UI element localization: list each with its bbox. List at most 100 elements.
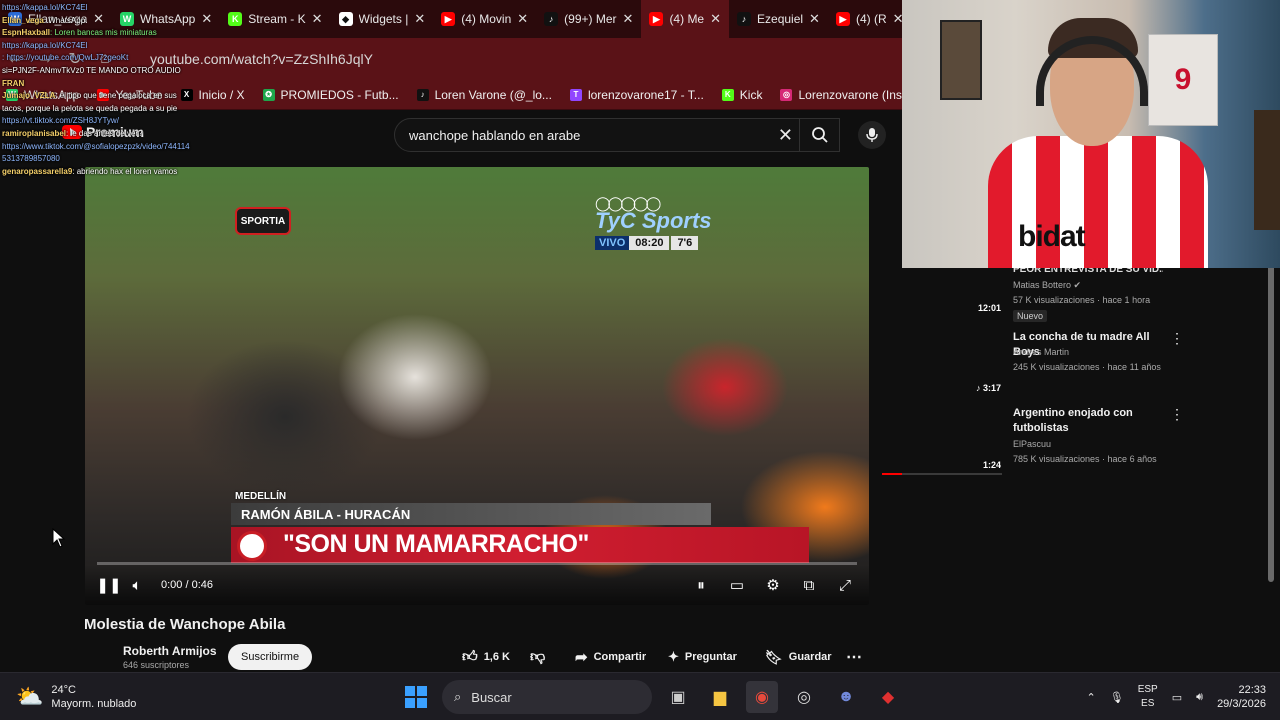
subtitles-icon: ▭ xyxy=(729,577,745,594)
rec-title-3[interactable]: Argentino enojado con futbolistas xyxy=(1013,406,1163,436)
chat-message: FRAN xyxy=(2,78,24,89)
tab-favicon-icon: ♪ xyxy=(544,12,559,26)
browser-tab[interactable]: ▶ (4) Movin ✕ xyxy=(433,0,536,38)
lower-third-quote: "SON UN MAMARRACHO" xyxy=(231,527,809,563)
ask-button[interactable]: ✦ Preguntar xyxy=(668,644,737,670)
share-icon: ➦ xyxy=(575,649,588,666)
search-icon xyxy=(811,127,828,143)
trophy-shelf xyxy=(1254,110,1280,230)
miniplayer-button[interactable]: ⧉ xyxy=(795,571,823,599)
chat-text: 5313789857080 xyxy=(2,154,60,164)
bookmark-item[interactable]: K Kick xyxy=(721,88,762,102)
microphone-icon[interactable]: 🎙︎ xyxy=(1110,691,1124,704)
close-tab-icon[interactable]: ✕ xyxy=(93,11,104,27)
bookmark-item[interactable]: ◎ Lorenzovarone (Inst... xyxy=(780,88,915,102)
search-button[interactable] xyxy=(799,118,839,152)
bookmark-favicon-icon: ◎ xyxy=(780,88,793,101)
fullscreen-button[interactable]: ⤢ xyxy=(831,571,859,599)
browser-tab[interactable]: K Stream - K ✕ xyxy=(220,0,330,38)
clock-time: 22:33 xyxy=(1238,684,1266,696)
chrome-button[interactable]: ◉ xyxy=(746,681,778,713)
share-button[interactable]: ➦ Compartir xyxy=(575,644,646,670)
bookmark-item[interactable]: X Inicio / X xyxy=(180,88,245,102)
search-icon: ⌕ xyxy=(454,689,462,704)
browser-tab[interactable]: ▶ (4) (R ✕ xyxy=(828,0,912,38)
taskbar-search[interactable]: ⌕ Buscar xyxy=(442,680,652,714)
bookmark-item[interactable]: Tlorenzovarone17 - T... xyxy=(569,88,704,102)
broadcaster-logo: ◯◯◯◯◯ TyC Sports xyxy=(595,195,712,234)
settings-button[interactable]: ⚙ xyxy=(759,571,787,599)
discord-button[interactable]: ☻ xyxy=(830,681,862,713)
close-tab-icon[interactable]: ✕ xyxy=(517,11,528,27)
network-icon[interactable]: ▭ xyxy=(1172,691,1182,704)
task-view-button[interactable]: ▣ xyxy=(662,681,694,713)
chat-message: tacos, porque la pelota se queda pegada … xyxy=(2,103,177,114)
chat-text: : el tipo que tiene pegaloca en sus xyxy=(55,91,177,101)
browser-tab[interactable]: ▶ (4) Me ✕ xyxy=(641,0,730,38)
close-tab-icon[interactable]: ✕ xyxy=(623,11,634,27)
obs-button[interactable]: ◎ xyxy=(788,681,820,713)
miniplayer-icon: ⧉ xyxy=(803,576,815,594)
like-button[interactable]: 👍︎ 1,6 K xyxy=(462,644,510,670)
chat-username: FRAN xyxy=(2,78,25,88)
chevron-up-icon[interactable]: ⌃ xyxy=(1087,691,1096,704)
tab-label: Stream - K xyxy=(248,12,306,26)
club-crest-icon xyxy=(237,531,267,561)
tab-favicon-icon: ♪ xyxy=(737,12,752,26)
voice-search-button[interactable] xyxy=(858,121,886,149)
close-tab-icon[interactable]: ✕ xyxy=(201,11,212,27)
subtitles-button[interactable]: ▭ xyxy=(723,571,751,599)
app-button[interactable]: ◆ xyxy=(872,681,904,713)
close-tab-icon[interactable]: ✕ xyxy=(809,11,820,27)
browser-tab[interactable]: ♪ (99+) Mer ✕ xyxy=(536,0,641,38)
channel-subscribers: 646 suscriptores xyxy=(123,660,190,670)
rec-channel-2: Andres Martin xyxy=(1013,347,1070,357)
chat-message: ramiroplanisabel: le das antes de ver? xyxy=(2,128,143,139)
autoplay-toggle[interactable]: ⏸︎ xyxy=(687,571,715,599)
language-indicator[interactable]: ESP ES xyxy=(1138,683,1158,711)
clock[interactable]: 22:33 29/3/2026 xyxy=(1217,683,1266,711)
verified-icon: ✔ xyxy=(1073,280,1082,290)
page-scrollbar[interactable] xyxy=(1268,262,1274,582)
subscribe-button[interactable]: Suscribirme xyxy=(228,644,313,670)
browser-tab[interactable]: ♪ Ezequiel ✕ xyxy=(729,0,828,38)
close-tab-icon[interactable]: ✕ xyxy=(710,11,721,27)
close-tab-icon[interactable]: ✕ xyxy=(414,11,425,27)
chat-message: EspnHaxball: Loren bancas mis miniaturas xyxy=(2,27,157,38)
dislike-button[interactable]: 👎︎ xyxy=(530,644,545,670)
bookmark-favicon-icon: ✪ xyxy=(262,88,275,101)
channel-name[interactable]: Roberth Armijos xyxy=(123,644,217,658)
bookmark-label: Lorenzovarone (Inst... xyxy=(798,87,916,102)
wall-jersey: 9 xyxy=(1148,34,1218,126)
browser-tab[interactable]: ◆ Widgets | ✕ xyxy=(331,0,434,38)
volume-icon[interactable]: 🔊︎ xyxy=(1196,691,1203,704)
volume-button[interactable]: 🔈︎ xyxy=(123,571,151,599)
sparkle-icon: ✦ xyxy=(668,649,679,664)
rec-meta-3: 785 K visualizaciones · hace 6 años xyxy=(1013,454,1157,464)
bookmark-icon: 🔖︎ xyxy=(765,648,783,665)
chat-message: : https://youtube.com/QwLJ7zgeoKt xyxy=(2,52,128,63)
more-actions-button[interactable]: ⋯ xyxy=(846,644,862,670)
pause-button[interactable]: ❚❚ xyxy=(95,571,123,599)
chat-text: https://www.tiktok.com/@sofialopezpzk/vi… xyxy=(2,141,190,151)
rec-menu-icon[interactable]: ⋮ xyxy=(1170,406,1184,423)
weather-widget[interactable]: ⛅ 24°C Mayorm. nublado xyxy=(16,683,136,711)
search-input[interactable]: wanchope hablando en arabe xyxy=(409,128,580,143)
search-box[interactable]: wanchope hablando en arabe ✕ xyxy=(394,118,840,152)
rec-channel-3: ElPascuu xyxy=(1013,439,1052,449)
close-tab-icon[interactable]: ✕ xyxy=(312,11,323,27)
clear-search-icon[interactable]: ✕ xyxy=(778,125,793,146)
language-code: ESP xyxy=(1137,684,1158,695)
rec-channel-1: Matias Bottero ✔ xyxy=(1013,280,1081,291)
start-button[interactable] xyxy=(400,681,432,713)
url-field[interactable]: youtube.com/watch?v=ZzShIh6JqlY xyxy=(150,51,373,67)
bookmark-item[interactable]: ✪ PROMIEDOS - Futb... xyxy=(262,88,399,102)
rec-menu-icon[interactable]: ⋮ xyxy=(1170,330,1184,347)
bookmark-item[interactable]: ♪ Loren Varone (@_lo... xyxy=(416,88,552,102)
video-player[interactable]: SPORTIA ◯◯◯◯◯ TyC Sports VIVO 08:20 7'6 … xyxy=(85,167,869,605)
save-button[interactable]: 🔖︎ Guardar xyxy=(765,644,832,670)
cloud-sun-icon: ⛅ xyxy=(16,684,44,709)
file-explorer-button[interactable]: ▆ xyxy=(704,681,736,713)
chat-message: 5313789857080 xyxy=(2,153,60,164)
chat-username: Ellan_vega xyxy=(2,15,44,25)
